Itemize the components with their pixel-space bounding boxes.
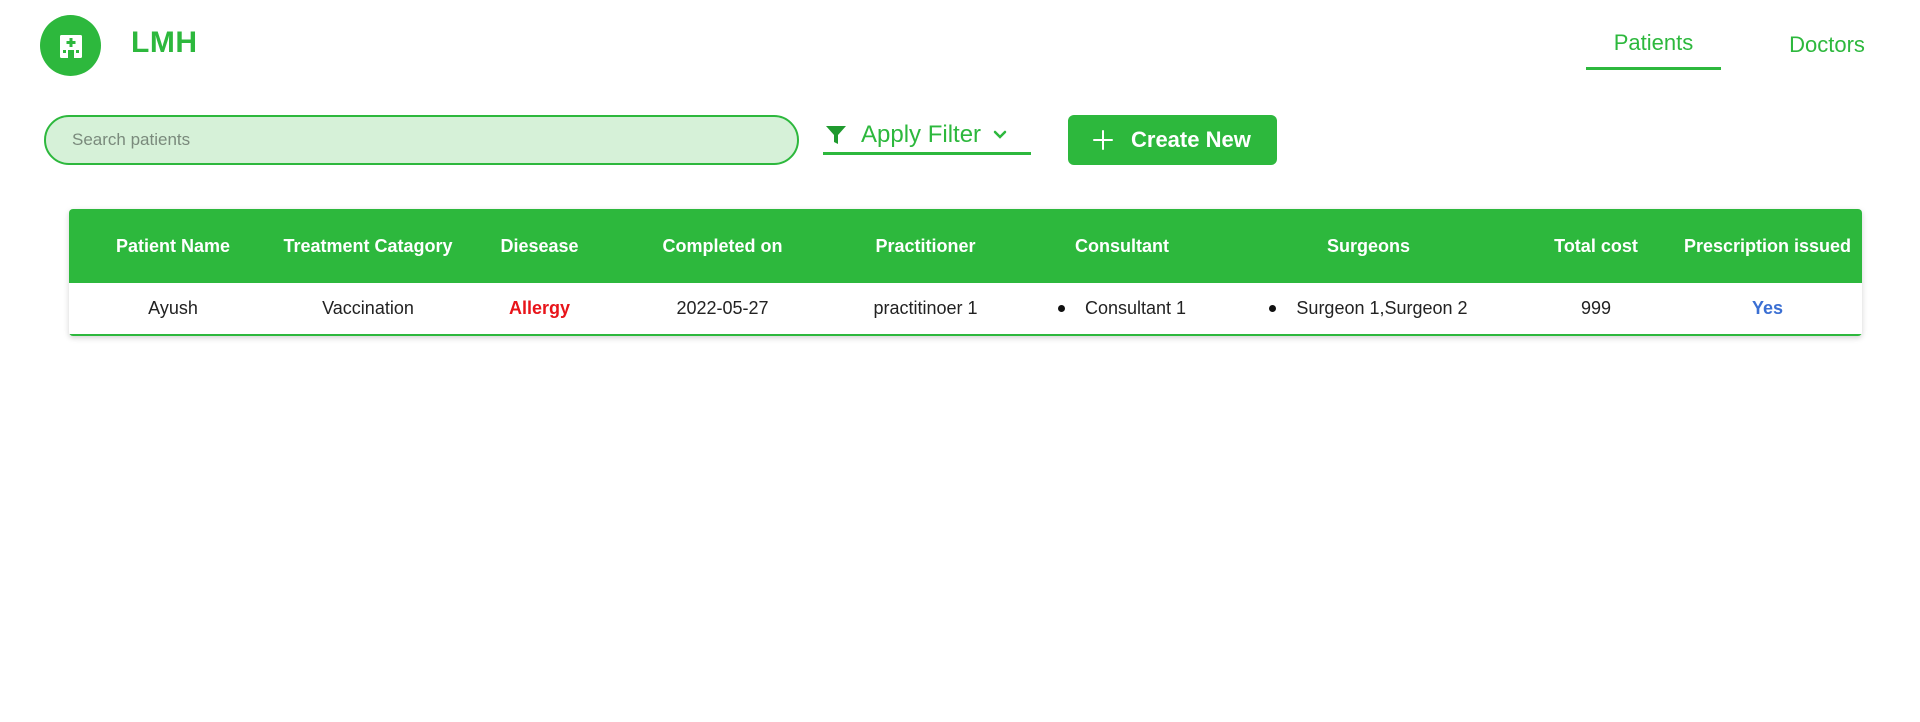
column-header[interactable]: Diesease bbox=[459, 209, 620, 283]
tab-patients[interactable]: Patients bbox=[1586, 30, 1721, 70]
column-header[interactable]: Patient Name bbox=[69, 209, 277, 283]
chevron-down-icon bbox=[993, 130, 1007, 140]
header: LMH Patients Doctors bbox=[0, 0, 1920, 90]
patients-table: Patient Name Treatment Catagory Diesease… bbox=[69, 209, 1862, 336]
table-row[interactable]: Ayush Vaccination Allergy 2022-05-27 pra… bbox=[69, 283, 1862, 336]
table-header: Patient Name Treatment Catagory Diesease… bbox=[69, 209, 1862, 283]
search-input[interactable] bbox=[44, 115, 799, 165]
plus-icon bbox=[1093, 130, 1113, 150]
apply-filter-label: Apply Filter bbox=[861, 120, 982, 148]
table-body: Ayush Vaccination Allergy 2022-05-27 pra… bbox=[69, 283, 1862, 336]
filter-icon bbox=[825, 124, 847, 146]
apply-filter-button[interactable]: Apply Filter bbox=[823, 117, 1031, 155]
cell-practitioner: practitinoer 1 bbox=[873, 298, 978, 318]
column-header[interactable]: Consultant bbox=[1026, 209, 1218, 283]
cell-treatment-category: Vaccination bbox=[322, 298, 414, 318]
column-header[interactable]: Prescription issued bbox=[1673, 209, 1862, 283]
cell-consultant: Consultant 1 bbox=[1026, 283, 1218, 334]
cell-prescription-issued: Yes bbox=[1751, 298, 1784, 318]
column-header[interactable]: Practitioner bbox=[825, 209, 1026, 283]
cell-disease: Allergy bbox=[508, 298, 571, 318]
cell-surgeons: Surgeon 1,Surgeon 2 bbox=[1218, 283, 1519, 334]
cell-total-cost: 999 bbox=[1580, 298, 1612, 318]
logo[interactable] bbox=[40, 15, 101, 76]
app: LMH Patients Doctors Apply Filter Create… bbox=[0, 0, 1920, 722]
hospital-icon bbox=[57, 32, 85, 60]
create-new-button[interactable]: Create New bbox=[1068, 115, 1277, 165]
column-header[interactable]: Completed on bbox=[620, 209, 825, 283]
bullet-icon bbox=[1269, 305, 1277, 312]
column-header[interactable]: Surgeons bbox=[1218, 209, 1519, 283]
bullet-icon bbox=[1057, 305, 1065, 312]
column-header[interactable]: Total cost bbox=[1519, 209, 1673, 283]
cell-completed-on: 2022-05-27 bbox=[676, 298, 769, 318]
surgeons-item: Surgeon 1,Surgeon 2 bbox=[1296, 298, 1468, 318]
brand-name: LMH bbox=[131, 26, 198, 59]
tab-doctors[interactable]: Doctors bbox=[1772, 32, 1882, 72]
create-new-label: Create New bbox=[1131, 127, 1251, 152]
consultant-item: Consultant 1 bbox=[1084, 298, 1187, 318]
column-header[interactable]: Treatment Catagory bbox=[277, 209, 459, 283]
cell-patient-name: Ayush bbox=[148, 298, 198, 318]
